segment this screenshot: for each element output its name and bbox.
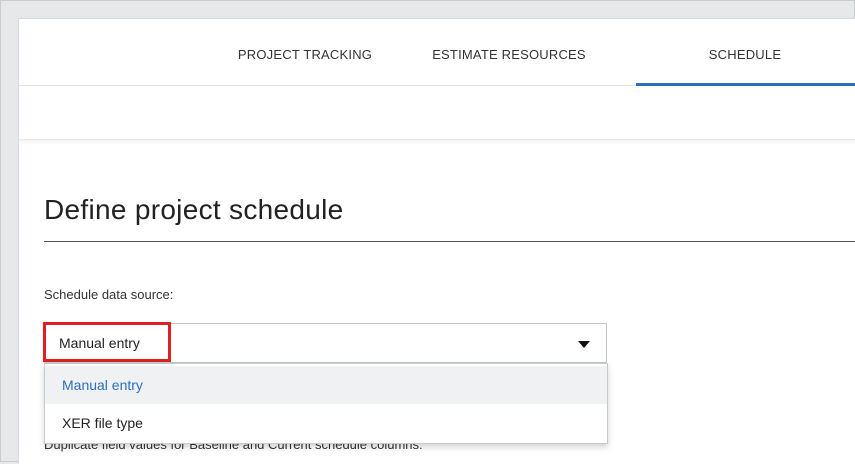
- select-dropdown-menu: Manual entry XER file type: [44, 363, 608, 444]
- schedule-source-select[interactable]: Manual entry: [44, 323, 607, 363]
- option-xer-file-type[interactable]: XER file type: [45, 404, 607, 442]
- sub-toolbar: [19, 86, 855, 140]
- content-panel: PROJECT TRACKING ESTIMATE RESOURCES SCHE…: [18, 18, 855, 464]
- tab-schedule[interactable]: SCHEDULE: [633, 19, 855, 85]
- select-current-value: Manual entry: [59, 335, 140, 351]
- app-frame: PROJECT TRACKING ESTIMATE RESOURCES SCHE…: [0, 0, 855, 464]
- option-manual-entry[interactable]: Manual entry: [45, 366, 607, 404]
- page-title: Define project schedule: [44, 194, 344, 225]
- caret-down-icon[interactable]: [578, 341, 590, 348]
- tab-estimate-resources[interactable]: ESTIMATE RESOURCES: [419, 19, 599, 85]
- tab-project-tracking[interactable]: PROJECT TRACKING: [213, 19, 397, 85]
- schedule-source-label: Schedule data source:: [44, 287, 174, 302]
- title-divider: [44, 241, 855, 242]
- tab-bar: PROJECT TRACKING ESTIMATE RESOURCES SCHE…: [19, 19, 855, 86]
